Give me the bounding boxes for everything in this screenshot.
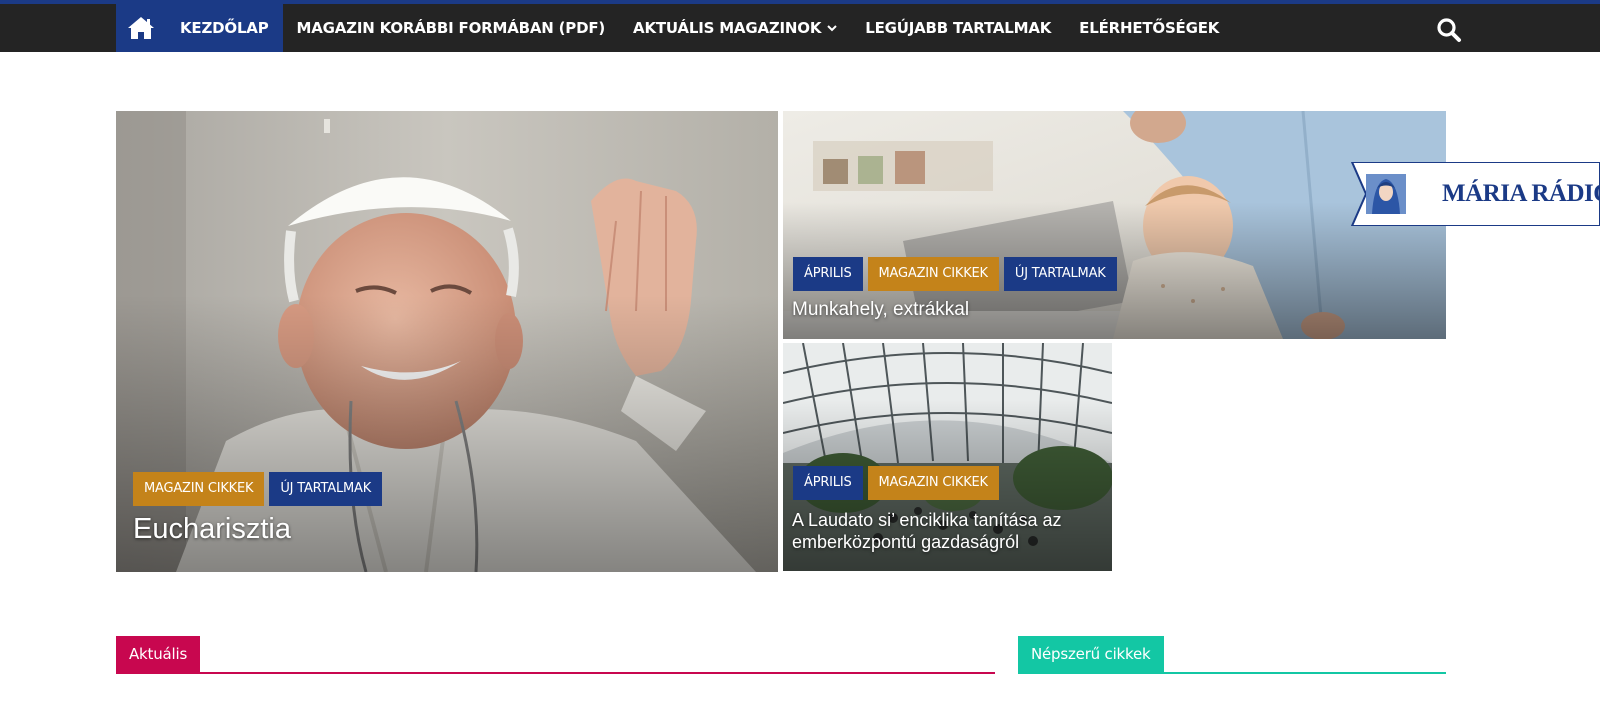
search-icon xyxy=(1437,18,1461,42)
chevron-down-icon xyxy=(827,24,837,32)
article-title-line: emberközpontú gazdaságról xyxy=(792,532,1020,552)
badge-magazin-cikkek[interactable]: MAGAZIN CIKKEK xyxy=(133,472,265,506)
category-badges: ÁPRILIS MAGAZIN CIKKEK ÚJ TARTALMAK xyxy=(793,257,1117,291)
featured-article-eucharisztia[interactable]: MAGAZIN CIKKEK ÚJ TARTALMAK Eucharisztia xyxy=(116,111,778,572)
section-divider xyxy=(1018,672,1446,674)
badge-aprilis[interactable]: ÁPRILIS xyxy=(793,466,863,500)
nav-item-label: LEGÚJABB TARTALMAK xyxy=(865,19,1052,37)
main-menu: KEZDŐLAP MAGAZIN KORÁBBI FORMÁBAN (PDF) … xyxy=(116,4,1233,52)
virgin-mary-icon xyxy=(1366,174,1406,214)
badge-uj-tartalmak[interactable]: ÚJ TARTALMAK xyxy=(269,472,383,506)
category-badges: MAGAZIN CIKKEK ÚJ TARTALMAK xyxy=(133,472,383,506)
nav-item-label: AKTUÁLIS MAGAZINOK xyxy=(633,19,822,37)
section-divider xyxy=(116,672,995,674)
section-aktualis: Aktuális xyxy=(116,636,995,676)
nav-item-legujabb[interactable]: LEGÚJABB TARTALMAK xyxy=(851,4,1065,52)
nav-item-kezdolap[interactable]: KEZDŐLAP xyxy=(166,4,283,52)
article-title[interactable]: A Laudato si’ enciklika tanítása az embe… xyxy=(792,509,1062,553)
category-badges: ÁPRILIS MAGAZIN CIKKEK xyxy=(793,466,999,500)
badge-magazin-cikkek[interactable]: MAGAZIN CIKKEK xyxy=(867,257,999,291)
article-title-line: A Laudato si’ enciklika tanítása az xyxy=(792,510,1062,530)
home-button[interactable] xyxy=(116,4,166,52)
section-title[interactable]: Népszerű cikkek xyxy=(1018,636,1164,672)
article-title[interactable]: Munkahely, extrákkal xyxy=(792,299,969,321)
nav-item-label: KEZDŐLAP xyxy=(180,19,269,37)
nav-item-label: ELÉRHETŐSÉGEK xyxy=(1079,19,1220,37)
section-nepszeru-cikkek: Népszerű cikkek xyxy=(1018,636,1446,676)
top-navigation-bar: KEZDŐLAP MAGAZIN KORÁBBI FORMÁBAN (PDF) … xyxy=(0,0,1600,52)
featured-article-munkahely[interactable]: ÁPRILIS MAGAZIN CIKKEK ÚJ TARTALMAK Munk… xyxy=(783,111,1446,339)
badge-magazin-cikkek[interactable]: MAGAZIN CIKKEK xyxy=(867,466,999,500)
nav-item-aktualis-magazinok[interactable]: AKTUÁLIS MAGAZINOK xyxy=(619,4,851,52)
featured-article-laudato-si[interactable]: ÁPRILIS MAGAZIN CIKKEK A Laudato si’ enc… xyxy=(783,343,1112,571)
nav-item-elerhetosegek[interactable]: ELÉRHETŐSÉGEK xyxy=(1065,4,1233,52)
home-icon xyxy=(128,17,154,39)
article-title[interactable]: Eucharisztia xyxy=(133,513,291,546)
badge-uj-tartalmak[interactable]: ÚJ TARTALMAK xyxy=(1003,257,1117,291)
search-button[interactable] xyxy=(1436,17,1462,43)
badge-aprilis[interactable]: ÁPRILIS xyxy=(793,257,863,291)
maria-radio-badge[interactable]: MÁRIA RÁDIÓ xyxy=(1350,162,1600,226)
maria-radio-logo-text: MÁRIA RÁDIÓ xyxy=(1442,180,1600,207)
nav-item-label: MAGAZIN KORÁBBI FORMÁBAN (PDF) xyxy=(296,19,606,37)
nav-item-pdf-magazin[interactable]: MAGAZIN KORÁBBI FORMÁBAN (PDF) xyxy=(283,4,620,52)
section-title[interactable]: Aktuális xyxy=(116,636,201,672)
